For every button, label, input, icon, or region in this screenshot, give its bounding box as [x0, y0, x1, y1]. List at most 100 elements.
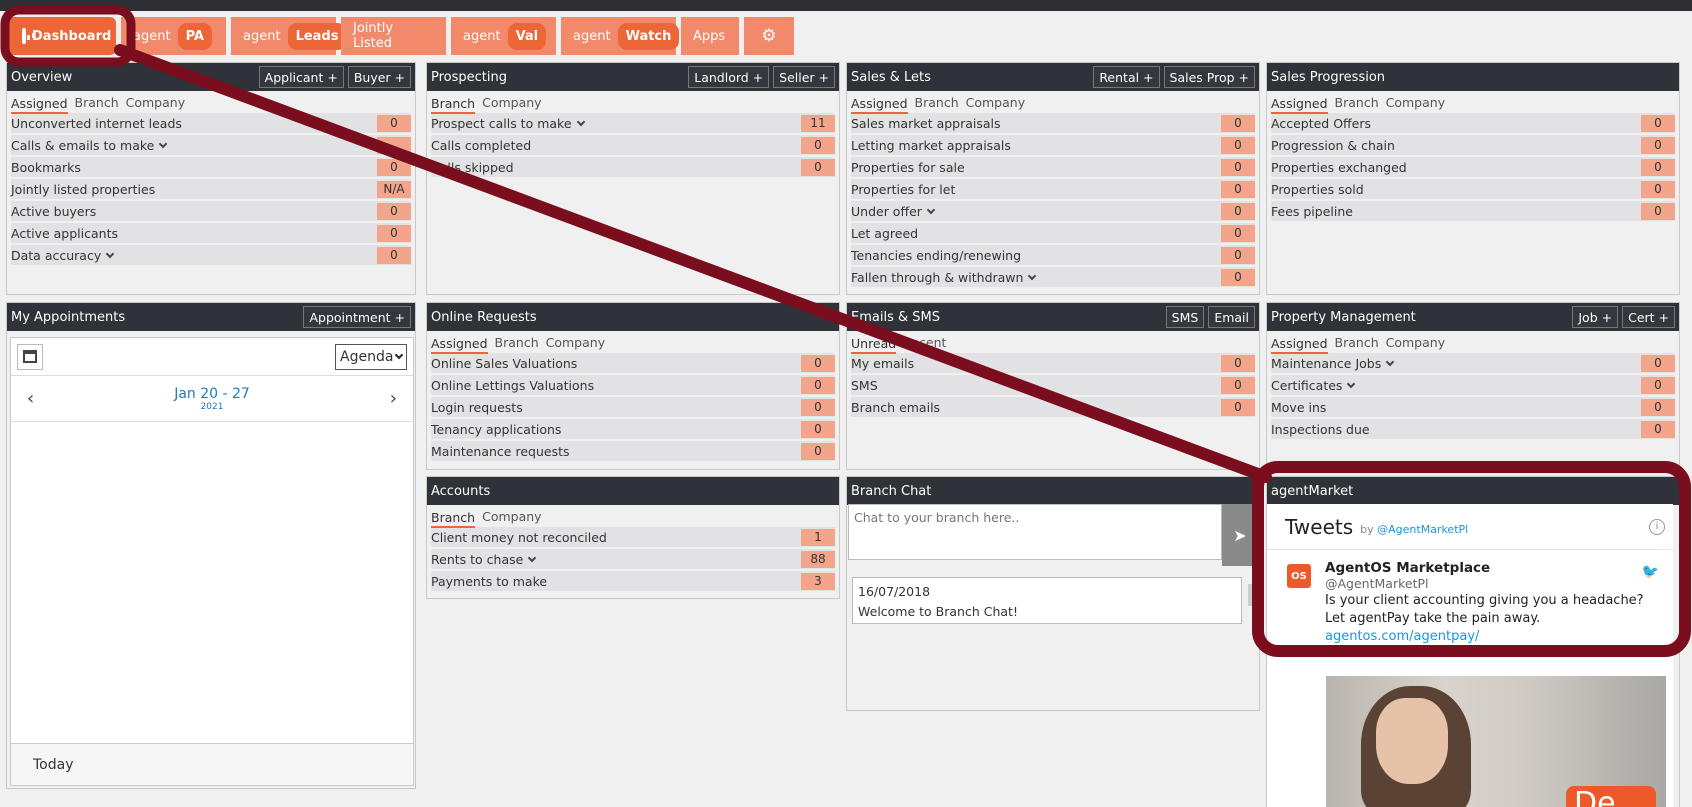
list-item[interactable]: Properties for let 0: [851, 179, 1255, 199]
tab-agent-watch[interactable]: agent Watch: [561, 17, 680, 55]
send-button[interactable]: ➤: [1222, 504, 1258, 566]
filter-branch[interactable]: Branch: [75, 95, 119, 113]
filter-company[interactable]: Company: [1386, 95, 1445, 113]
list-item[interactable]: Let agreed 0: [851, 223, 1255, 243]
count-badge: 0: [801, 398, 835, 416]
list-item[interactable]: Online Lettings Valuations 0: [431, 375, 835, 395]
list-item[interactable]: Fees pipeline 0: [1271, 201, 1675, 221]
tweet[interactable]: OS AgentOS Marketplace @AgentMarketPl Is…: [1267, 550, 1673, 646]
tab-settings[interactable]: ⚙: [744, 17, 794, 55]
tab-agent-val[interactable]: agent Val: [451, 17, 556, 55]
filter-assigned[interactable]: Assigned: [11, 95, 68, 114]
filter-assigned[interactable]: Assigned: [431, 335, 488, 354]
tab-agent-leads[interactable]: agent Leads: [231, 17, 347, 55]
property-management-header: Property Management Job + Cert +: [1267, 303, 1679, 331]
chevron-left-icon[interactable]: ‹: [27, 388, 34, 409]
add-sales-prop-button[interactable]: Sales Prop +: [1163, 66, 1255, 88]
sms-button[interactable]: SMS: [1165, 306, 1205, 328]
list-item[interactable]: Active buyers 0: [11, 201, 411, 221]
filter-unread[interactable]: Unread: [851, 335, 897, 354]
list-item[interactable]: Calls skipped 0: [431, 157, 835, 177]
today-button[interactable]: Today: [11, 743, 413, 785]
add-buyer-button[interactable]: Buyer +: [347, 66, 411, 88]
list-item[interactable]: My emails 0: [851, 353, 1255, 373]
list-item[interactable]: Progression & chain 0: [1271, 135, 1675, 155]
chat-scrollbar[interactable]: [1248, 584, 1256, 606]
filter-company[interactable]: Company: [126, 95, 185, 113]
tweets-handle-link[interactable]: @AgentMarketPl: [1377, 523, 1468, 536]
filter-assigned[interactable]: Assigned: [1271, 335, 1328, 354]
filter-company[interactable]: Company: [966, 95, 1025, 113]
list-item[interactable]: Properties sold 0: [1271, 179, 1675, 199]
calendar-icon[interactable]: [17, 343, 43, 370]
list-item[interactable]: SMS 0: [851, 375, 1255, 395]
list-item[interactable]: Data accuracy 0: [11, 245, 411, 265]
list-item[interactable]: Calls completed 0: [431, 135, 835, 155]
list-item[interactable]: Active applicants 0: [11, 223, 411, 243]
filter-recent[interactable]: Recent: [903, 335, 946, 353]
chat-input[interactable]: Chat to your branch here..: [848, 504, 1222, 560]
list-item[interactable]: Fallen through & withdrawn 0: [851, 267, 1255, 287]
list-item[interactable]: Accepted Offers 0: [1271, 113, 1675, 133]
filter-company[interactable]: Company: [482, 509, 541, 527]
filter-branch[interactable]: Branch: [495, 335, 539, 353]
info-icon[interactable]: i: [1649, 518, 1665, 535]
add-appointment-button[interactable]: Appointment +: [303, 306, 411, 328]
today-label: Today: [33, 756, 74, 773]
list-item[interactable]: Under offer 0: [851, 201, 1255, 221]
list-item[interactable]: Properties exchanged 0: [1271, 157, 1675, 177]
filter-assigned[interactable]: Assigned: [851, 95, 908, 114]
list-item[interactable]: Payments to make 3: [431, 571, 835, 591]
add-rental-button[interactable]: Rental +: [1093, 66, 1160, 88]
tweet-author[interactable]: AgentOS Marketplace: [1325, 560, 1655, 576]
list-item[interactable]: Maintenance requests 0: [431, 441, 835, 461]
tweet-image[interactable]: De: [1326, 676, 1666, 807]
email-button[interactable]: Email: [1208, 306, 1255, 328]
list-item[interactable]: Branch emails 0: [851, 397, 1255, 417]
list-item[interactable]: Bookmarks 0: [11, 157, 411, 177]
add-seller-button[interactable]: Seller +: [773, 66, 835, 88]
filter-branch[interactable]: Branch: [431, 509, 476, 528]
filter-branch[interactable]: Branch: [1335, 335, 1379, 353]
filter-company[interactable]: Company: [1386, 335, 1445, 353]
count-badge: 0: [1641, 158, 1675, 176]
add-cert-button[interactable]: Cert +: [1622, 306, 1675, 328]
list-item[interactable]: Calls & emails to make: [11, 135, 411, 155]
list-item[interactable]: Move ins 0: [1271, 397, 1675, 417]
list-item[interactable]: Inspections due 0: [1271, 419, 1675, 439]
list-item[interactable]: Login requests 0: [431, 397, 835, 417]
chevron-right-icon[interactable]: ›: [390, 388, 397, 409]
filter-assigned[interactable]: Assigned: [1271, 95, 1328, 114]
view-select[interactable]: Agenda: [335, 343, 407, 370]
tab-agent-pa[interactable]: agent PA: [121, 17, 226, 55]
filter-branch[interactable]: Branch: [431, 95, 476, 114]
count-badge: 0: [1221, 398, 1255, 416]
list-item[interactable]: Maintenance Jobs 0: [1271, 353, 1675, 373]
tab-apps[interactable]: Apps: [681, 17, 739, 55]
tweet-link[interactable]: agentos.com/agentpay/: [1325, 629, 1479, 644]
list-item[interactable]: Prospect calls to make 11: [431, 113, 835, 133]
add-applicant-button[interactable]: Applicant +: [258, 66, 344, 88]
list-item[interactable]: Sales market appraisals 0: [851, 113, 1255, 133]
calendar: Agenda ‹ Jan 20 - 27 2021 › Today: [10, 337, 414, 786]
list-item[interactable]: Client money not reconciled 1: [431, 527, 835, 547]
filter-branch[interactable]: Branch: [915, 95, 959, 113]
list-item[interactable]: Unconverted internet leads 0: [11, 113, 411, 133]
add-job-button[interactable]: Job +: [1572, 306, 1619, 328]
twitter-timeline: Tweets by @AgentMarketPl i OS AgentOS Ma…: [1267, 504, 1673, 807]
list-item[interactable]: Letting market appraisals 0: [851, 135, 1255, 155]
list-item[interactable]: Tenancies ending/renewing 0: [851, 245, 1255, 265]
filter-company[interactable]: Company: [482, 95, 541, 113]
filter-branch[interactable]: Branch: [1335, 95, 1379, 113]
list-item[interactable]: Jointly listed properties N/A: [11, 179, 411, 199]
tab-jointly-listed[interactable]: Jointly Listed: [341, 17, 446, 55]
list-item[interactable]: Certificates 0: [1271, 375, 1675, 395]
tweet-handle[interactable]: @AgentMarketPl: [1325, 576, 1655, 591]
list-item[interactable]: Tenancy applications 0: [431, 419, 835, 439]
tab-dashboard[interactable]: Dashboard: [8, 17, 116, 55]
list-item[interactable]: Rents to chase 88: [431, 549, 835, 569]
add-landlord-button[interactable]: Landlord +: [688, 66, 770, 88]
list-item[interactable]: Properties for sale 0: [851, 157, 1255, 177]
filter-company[interactable]: Company: [546, 335, 605, 353]
list-item[interactable]: Online Sales Valuations 0: [431, 353, 835, 373]
